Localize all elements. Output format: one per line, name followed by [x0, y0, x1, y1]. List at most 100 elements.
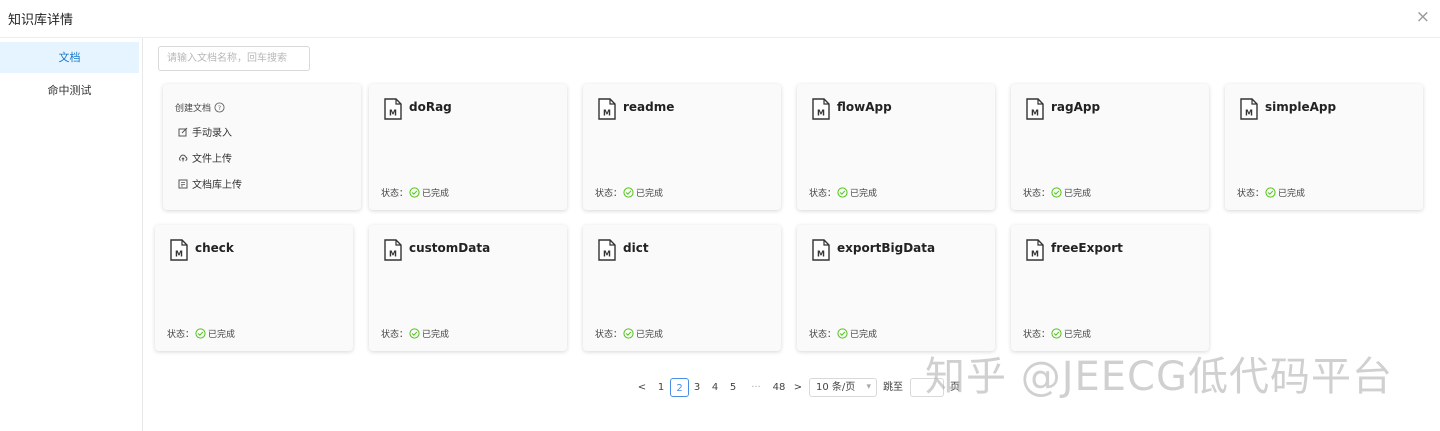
create-document-card: 创建文档 ? 手动录入 文件上传 文档库上传: [163, 84, 361, 210]
page-size-select[interactable]: 10 条/页 ▾: [809, 378, 877, 397]
document-name: simpleApp: [1265, 100, 1337, 114]
check-circle-icon: [837, 328, 848, 339]
status-label: 状态：: [381, 189, 409, 199]
document-status: 状态： 已完成: [167, 327, 235, 340]
status-label: 状态：: [809, 330, 837, 340]
document-card[interactable]: Mreadme 状态： 已完成: [583, 84, 781, 210]
status-label: 状态：: [1023, 189, 1051, 199]
document-name: check: [195, 241, 234, 255]
check-circle-icon: [409, 187, 420, 198]
pagination-ellipsis[interactable]: ···: [745, 378, 767, 397]
page-2-current[interactable]: 2: [670, 378, 689, 397]
document-name: customData: [409, 241, 491, 255]
document-status: 状态： 已完成: [1023, 186, 1091, 199]
page-4[interactable]: 4: [709, 378, 721, 397]
search-input[interactable]: [158, 46, 310, 71]
markdown-file-icon: M: [1240, 98, 1258, 120]
document-name: flowApp: [837, 100, 892, 114]
markdown-file-icon: M: [1026, 98, 1044, 120]
document-status: 状态： 已完成: [1023, 327, 1091, 340]
status-value: 已完成: [850, 189, 878, 199]
status-value: 已完成: [1278, 189, 1306, 199]
library-upload-label: 文档库上传: [192, 180, 242, 191]
next-page-button[interactable]: >: [792, 378, 804, 397]
markdown-file-icon: M: [812, 239, 830, 261]
status-value: 已完成: [1064, 189, 1092, 199]
svg-text:M: M: [1031, 109, 1039, 118]
document-card[interactable]: Mdict 状态： 已完成: [583, 225, 781, 351]
document-name: ragApp: [1051, 100, 1101, 114]
document-status: 状态： 已完成: [1237, 186, 1305, 199]
svg-text:M: M: [175, 250, 183, 259]
svg-text:?: ?: [218, 104, 221, 112]
page-3[interactable]: 3: [691, 378, 703, 397]
library-icon: [178, 179, 188, 188]
markdown-file-icon: M: [170, 239, 188, 261]
document-card[interactable]: McustomData 状态： 已完成: [369, 225, 567, 351]
status-value: 已完成: [1064, 330, 1092, 340]
status-value: 已完成: [636, 330, 664, 340]
document-status: 状态： 已完成: [595, 186, 663, 199]
status-value: 已完成: [208, 330, 236, 340]
sidebar-item-documents[interactable]: 文档: [0, 42, 139, 73]
check-circle-icon: [623, 328, 634, 339]
document-status: 状态： 已完成: [595, 327, 663, 340]
check-circle-icon: [623, 187, 634, 198]
document-card[interactable]: MsimpleApp 状态： 已完成: [1225, 84, 1423, 210]
chevron-down-icon: ▾: [866, 382, 871, 392]
check-circle-icon: [195, 328, 206, 339]
page-5[interactable]: 5: [727, 378, 739, 397]
status-label: 状态：: [167, 330, 195, 340]
markdown-file-icon: M: [384, 98, 402, 120]
sidebar-item-hit-test[interactable]: 命中测试: [0, 75, 139, 106]
status-label: 状态：: [1237, 189, 1265, 199]
status-label: 状态：: [1023, 330, 1051, 340]
markdown-file-icon: M: [812, 98, 830, 120]
document-status: 状态： 已完成: [381, 186, 449, 199]
page-1[interactable]: 1: [655, 378, 667, 397]
status-value: 已完成: [422, 330, 450, 340]
status-label: 状态：: [381, 330, 409, 340]
document-card[interactable]: MflowApp 状态： 已完成: [797, 84, 995, 210]
document-card[interactable]: MexportBigData 状态： 已完成: [797, 225, 995, 351]
file-upload-option[interactable]: 文件上传: [178, 150, 232, 165]
document-card[interactable]: Mcheck 状态： 已完成: [155, 225, 353, 351]
check-circle-icon: [837, 187, 848, 198]
svg-text:M: M: [603, 109, 611, 118]
check-circle-icon: [1265, 187, 1276, 198]
document-name: doRag: [409, 100, 452, 114]
document-name: exportBigData: [837, 241, 936, 255]
markdown-file-icon: M: [384, 239, 402, 261]
svg-text:M: M: [389, 109, 397, 118]
status-label: 状态：: [595, 189, 623, 199]
watermark: 知乎 @JEECG低代码平台: [925, 354, 1393, 400]
page-48[interactable]: 48: [769, 378, 789, 397]
svg-text:M: M: [817, 109, 825, 118]
manual-entry-label: 手动录入: [192, 128, 232, 139]
file-upload-label: 文件上传: [192, 154, 232, 165]
create-document-header: 创建文档 ?: [175, 101, 225, 114]
svg-text:M: M: [1031, 250, 1039, 259]
prev-page-button[interactable]: <: [636, 378, 648, 397]
help-icon[interactable]: ?: [214, 102, 225, 113]
status-label: 状态：: [809, 189, 837, 199]
document-card[interactable]: MdoRag 状态： 已完成: [369, 84, 567, 210]
create-document-title: 创建文档: [175, 104, 212, 114]
jump-label: 跳至: [883, 382, 903, 393]
library-upload-option[interactable]: 文档库上传: [178, 176, 242, 191]
document-card[interactable]: MfreeExport 状态： 已完成: [1011, 225, 1209, 351]
document-name: dict: [623, 241, 649, 255]
manual-entry-option[interactable]: 手动录入: [178, 124, 232, 139]
check-circle-icon: [409, 328, 420, 339]
svg-text:M: M: [603, 250, 611, 259]
status-value: 已完成: [636, 189, 664, 199]
close-icon[interactable]: ×: [1416, 9, 1430, 26]
status-value: 已完成: [850, 330, 878, 340]
markdown-file-icon: M: [1026, 239, 1044, 261]
check-circle-icon: [1051, 187, 1062, 198]
cloud-upload-icon: [178, 154, 188, 161]
dialog-header: 知识库详情 ×: [0, 0, 1440, 38]
document-name: readme: [623, 100, 675, 114]
document-card[interactable]: MragApp 状态： 已完成: [1011, 84, 1209, 210]
edit-icon: [178, 127, 188, 136]
